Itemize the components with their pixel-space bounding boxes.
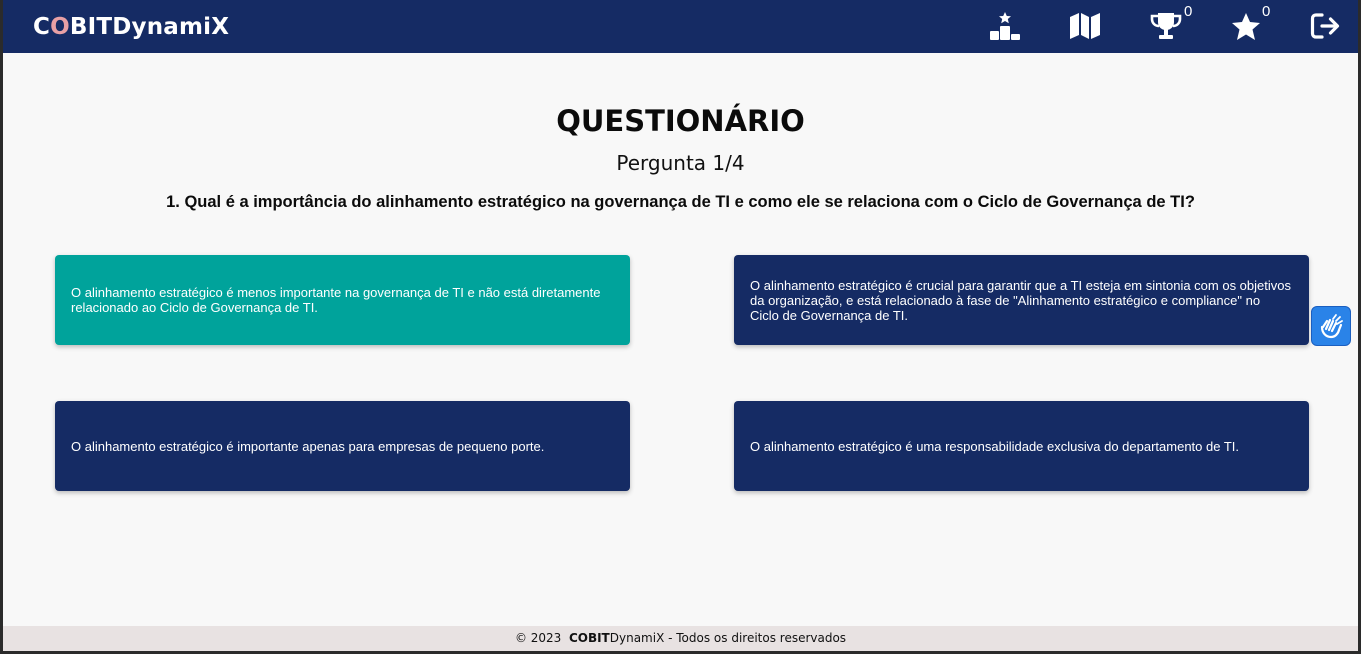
star-icon[interactable]: 0 <box>1230 4 1270 42</box>
answer-option-text: O alinhamento estratégico é uma responsa… <box>750 438 1239 454</box>
footer: © 2023 COBITDynamiX - Todos os direitos … <box>3 626 1358 651</box>
top-navbar: COBITDynamiX 0 0 <box>3 0 1358 53</box>
question-text: 1. Qual é a importância do alinhamento e… <box>166 193 1195 211</box>
star-count: 0 <box>1262 3 1271 20</box>
answer-option-3[interactable]: O alinhamento estratégico é importante a… <box>55 401 630 491</box>
footer-suffix: - Todos os direitos reservados <box>664 631 847 645</box>
answer-option-text: O alinhamento estratégico é importante a… <box>71 438 545 454</box>
answer-option-2[interactable]: O alinhamento estratégico é crucial para… <box>734 255 1309 345</box>
brand-letter-o: O <box>50 14 70 40</box>
brand-text: BITDynamiX <box>69 14 230 40</box>
answer-option-text: O alinhamento estratégico é menos import… <box>71 285 601 315</box>
app-window: COBITDynamiX 0 0 QUESTIONÁRIO Pergunta 1… <box>3 0 1358 651</box>
brand-letter-c: C <box>33 14 51 40</box>
answer-option-1[interactable]: O alinhamento estratégico é menos import… <box>55 255 630 345</box>
trophy-icon[interactable]: 0 <box>1149 4 1192 42</box>
accessibility-button[interactable] <box>1311 306 1351 346</box>
answer-option-text: O alinhamento estratégico é crucial para… <box>750 277 1291 323</box>
page-title: QUESTIONÁRIO <box>556 104 805 138</box>
answer-option-4[interactable]: O alinhamento estratégico é uma responsa… <box>734 401 1309 491</box>
brand-logo[interactable]: COBITDynamiX <box>33 13 229 41</box>
leaderboard-icon[interactable] <box>988 10 1022 42</box>
trophy-count: 0 <box>1184 3 1193 20</box>
footer-brand-rest: DynamiX <box>609 631 665 645</box>
sign-language-icon <box>1320 314 1343 339</box>
footer-brand: COBIT <box>568 631 610 645</box>
question-counter: Pergunta 1/4 <box>616 151 745 175</box>
map-icon[interactable] <box>1069 10 1101 42</box>
footer-copyright: © 2023 <box>514 631 562 645</box>
logout-icon[interactable] <box>1310 10 1342 42</box>
